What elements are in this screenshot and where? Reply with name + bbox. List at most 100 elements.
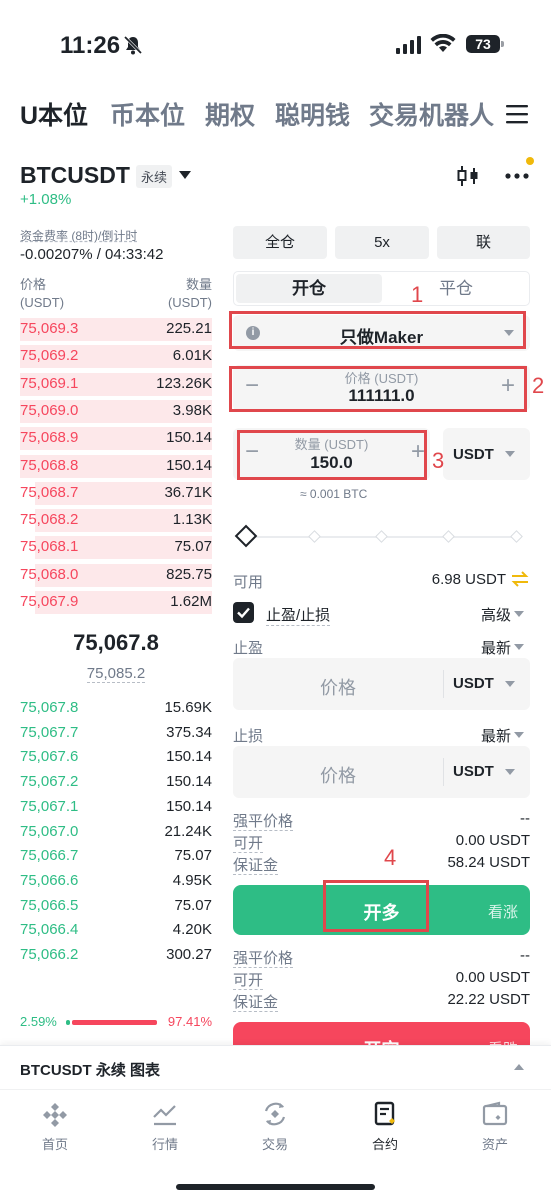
orderbook-ask-row[interactable]: 75,068.8 150.14: [20, 453, 212, 480]
orderbook-bid-row[interactable]: 75,066.5 75.07: [20, 893, 212, 920]
tpsl-label[interactable]: 止盈/止损: [266, 604, 331, 626]
bid-quantity: 4.95K: [172, 871, 212, 889]
orderbook-ask-row[interactable]: 75,067.9 1.62M: [20, 589, 212, 616]
slider-tick-25[interactable]: [308, 530, 321, 543]
long-liq-price-label-text: 强平价格: [233, 813, 294, 831]
orderbook-bid-row[interactable]: 75,067.1 150.14: [20, 794, 212, 821]
ask-quantity: 75.07: [174, 538, 212, 556]
ask-price: 75,068.0: [20, 565, 79, 583]
orderbook-bid-row[interactable]: 75,066.4 4.20K: [20, 917, 212, 944]
tab-options[interactable]: 期权: [205, 96, 255, 132]
nav-futures[interactable]: 合约: [330, 1100, 440, 1153]
slider-handle[interactable]: [234, 524, 258, 548]
orderbook-bid-row[interactable]: 75,067.0 21.24K: [20, 819, 212, 846]
candlestick-chart-icon[interactable]: [456, 164, 480, 188]
short-margin-value: 22.22 USDT: [447, 991, 530, 1008]
long-can-open-label-text: 可开: [233, 835, 264, 853]
slider-tick-50[interactable]: [375, 530, 388, 543]
chart-drawer[interactable]: BTCUSDT 永续 图表: [0, 1045, 551, 1089]
available-value: 6.98 USDT: [431, 571, 506, 588]
tp-trigger-select[interactable]: 最新: [481, 637, 511, 658]
more-options-icon[interactable]: [503, 166, 531, 186]
nav-markets[interactable]: 行情: [110, 1100, 220, 1153]
bid-price: 75,067.7: [20, 723, 79, 741]
orderbook-ask-row[interactable]: 75,068.0 825.75: [20, 562, 212, 589]
orderbook-ask-row[interactable]: 75,068.9 150.14: [20, 425, 212, 452]
nav-markets-label: 行情: [151, 1137, 178, 1152]
price-change: +1.08%: [20, 191, 72, 208]
wallet-icon: [482, 1101, 508, 1126]
orderbook-ask-row[interactable]: 75,069.3 225.21: [20, 316, 212, 343]
orderbook-qty-header: 数量 (USDT): [140, 276, 212, 312]
tab-usdm[interactable]: U本位: [20, 96, 88, 132]
orderbook-bid-row[interactable]: 75,066.6 4.95K: [20, 868, 212, 895]
tpsl-checkbox[interactable]: [233, 602, 254, 623]
mark-price[interactable]: 75,085.2: [20, 665, 212, 683]
caret-down-icon[interactable]: [178, 170, 192, 180]
bid-price: 75,067.0: [20, 822, 79, 840]
orderbook-ask-row[interactable]: 75,068.7 36.71K: [20, 480, 212, 507]
margin-mode-button[interactable]: 全仓: [233, 226, 327, 259]
orderbook-ask-row[interactable]: 75,068.2 1.13K: [20, 507, 212, 534]
sl-price-placeholder[interactable]: 价格: [233, 762, 443, 788]
orderbook-bid-row[interactable]: 75,067.6 150.14: [20, 744, 212, 771]
orderbook-bid-row[interactable]: 75,067.2 150.14: [20, 769, 212, 796]
tab-open-position[interactable]: 开仓: [236, 274, 382, 303]
ask-price: 75,068.7: [20, 483, 79, 501]
quantity-unit-select[interactable]: USDT: [443, 428, 530, 480]
open-long-sublabel: 看涨: [487, 904, 518, 921]
leverage-button[interactable]: 5x: [335, 226, 429, 259]
short-margin-label-text: 保证金: [233, 994, 279, 1012]
bid-price: 75,066.2: [20, 946, 79, 963]
funding-rate-label[interactable]: 资金费率 (8时)/倒计时: [20, 227, 137, 244]
sl-unit[interactable]: USDT: [453, 763, 494, 780]
ask-quantity: 6.01K: [172, 347, 212, 365]
nav-home[interactable]: 首页: [0, 1100, 110, 1153]
tab-close-position[interactable]: 平仓: [384, 274, 528, 303]
ask-quantity: 36.71K: [164, 483, 212, 501]
short-margin-label: 保证金: [233, 991, 279, 1012]
available-label: 可用: [233, 574, 264, 591]
slider-tick-100[interactable]: [510, 530, 523, 543]
advanced-select[interactable]: 高级: [481, 604, 511, 625]
chevron-down-icon: [514, 644, 524, 650]
menu-icon[interactable]: [506, 104, 528, 124]
orderbook-ask-row[interactable]: 75,069.1 123.26K: [20, 371, 212, 398]
take-profit-input[interactable]: 价格 USDT: [233, 658, 530, 710]
orderbook-bid-row[interactable]: 75,066.7 75.07: [20, 843, 212, 870]
orderbook-bid-row[interactable]: 75,067.7 375.34: [20, 720, 212, 747]
position-mode-button[interactable]: 联: [437, 226, 530, 259]
ask-price: 75,068.9: [20, 429, 79, 447]
orderbook-price-unit: (USDT): [20, 295, 65, 310]
chevron-down-icon: [505, 681, 515, 687]
battery-icon: 73: [466, 35, 500, 53]
top-tabs: U本位 币本位 期权 聪明钱 交易机器人: [20, 96, 535, 136]
slider-tick-75[interactable]: [442, 530, 455, 543]
stop-loss-input[interactable]: 价格 USDT: [233, 746, 530, 798]
take-profit-label: 止盈: [233, 640, 264, 657]
quantity-approx: ≈ 0.001 BTC: [300, 487, 368, 501]
transfer-icon[interactable]: [511, 571, 529, 587]
ask-quantity: 1.13K: [172, 511, 212, 529]
nav-trade[interactable]: 交易: [220, 1100, 330, 1153]
chevron-up-icon[interactable]: [514, 1064, 524, 1070]
tab-coinm[interactable]: 币本位: [110, 96, 185, 132]
nav-assets[interactable]: 资产: [440, 1100, 550, 1153]
short-can-open-value: 0.00 USDT: [455, 969, 530, 986]
orderbook-ask-row[interactable]: 75,069.2 6.01K: [20, 343, 212, 370]
tab-trading-bots[interactable]: 交易机器人: [369, 96, 494, 132]
orderbook-ask-row[interactable]: 75,069.0 3.98K: [20, 398, 212, 425]
short-liq-price-label: 强平价格: [233, 947, 294, 968]
nav-futures-label: 合约: [371, 1137, 398, 1152]
ask-price: 75,069.1: [20, 374, 79, 392]
chevron-down-icon: [505, 451, 515, 457]
bid-ratio: 2.59%: [20, 1014, 57, 1029]
orderbook-ask-row[interactable]: 75,068.1 75.07: [20, 534, 212, 561]
orderbook-bid-row[interactable]: 75,066.2 300.27: [20, 942, 212, 969]
tab-smart-money[interactable]: 聪明钱: [275, 96, 350, 132]
tp-unit[interactable]: USDT: [453, 675, 494, 692]
orderbook-bid-row[interactable]: 75,067.8 15.69K: [20, 695, 212, 722]
tp-price-placeholder[interactable]: 价格: [233, 674, 443, 700]
sl-trigger-select[interactable]: 最新: [481, 725, 511, 746]
symbol-name[interactable]: BTCUSDT: [20, 162, 130, 189]
